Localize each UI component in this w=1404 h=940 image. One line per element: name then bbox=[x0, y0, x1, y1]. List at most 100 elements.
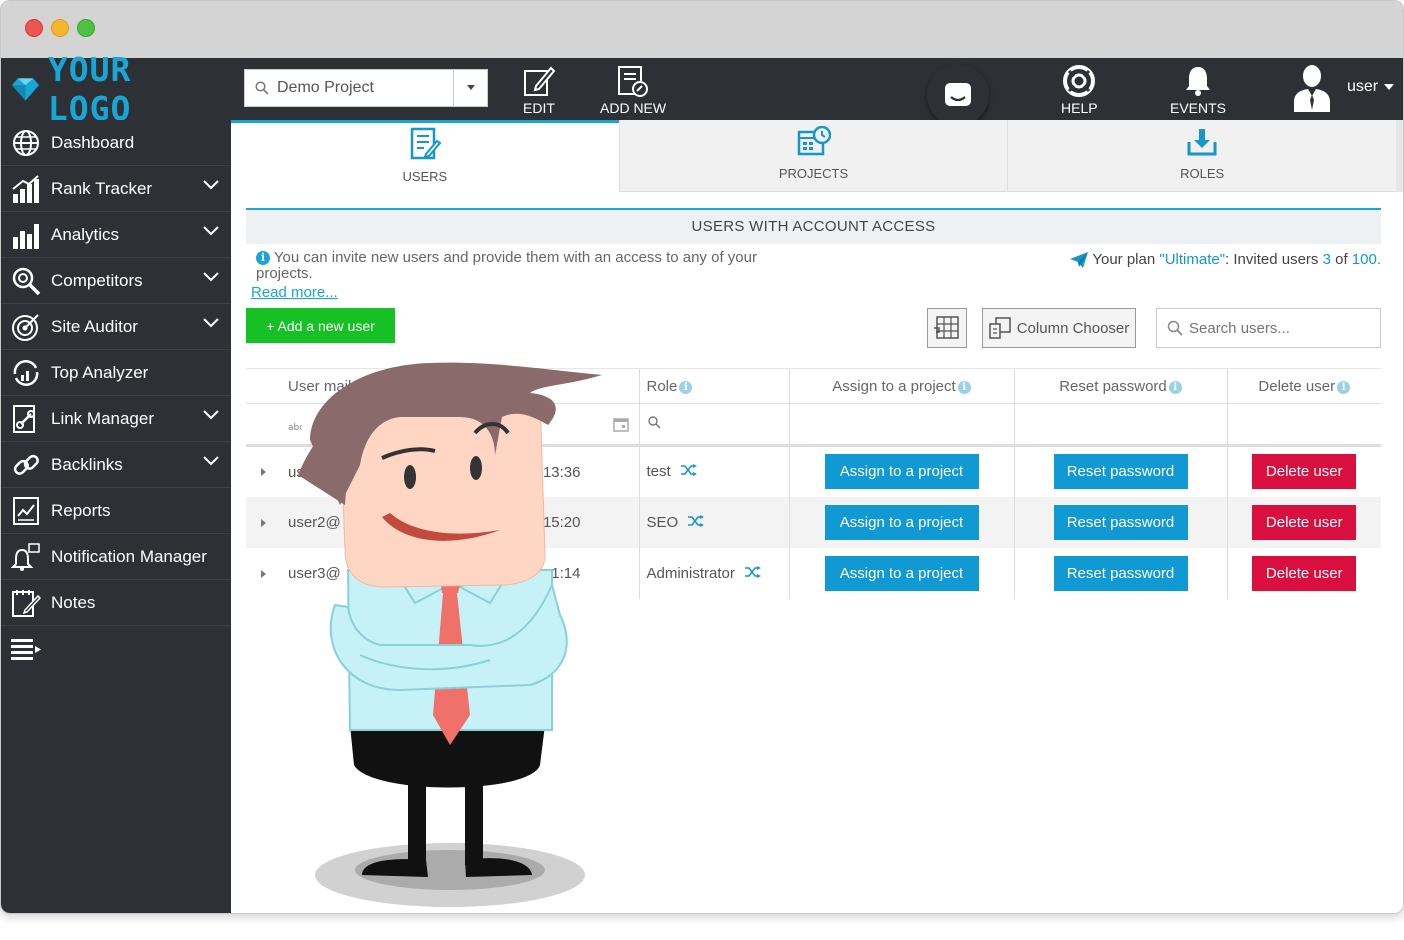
shuffle-icon[interactable] bbox=[680, 464, 697, 477]
search-icon bbox=[1167, 320, 1183, 336]
expand-row-icon[interactable] bbox=[261, 518, 266, 527]
plan-middle: : Invited users bbox=[1225, 251, 1323, 268]
search-icon bbox=[647, 415, 661, 429]
caret-down-icon bbox=[1384, 84, 1395, 90]
assign-project-button[interactable]: Assign to a project bbox=[824, 504, 979, 540]
sidebar-item-notes[interactable]: Notes bbox=[1, 580, 231, 626]
reset-password-button[interactable]: Reset password bbox=[1053, 454, 1188, 490]
search-icon bbox=[255, 81, 269, 95]
add-new-label: ADD NEW bbox=[600, 100, 667, 116]
header-delete-user: Delete user i bbox=[1226, 368, 1381, 404]
user-menu[interactable]: user bbox=[1291, 62, 1395, 112]
search-users-input[interactable] bbox=[1189, 319, 1369, 337]
filter-empty bbox=[1013, 403, 1227, 447]
sidebar-item-site-auditor[interactable]: Site Auditor bbox=[1, 304, 231, 350]
minimize-window-button[interactable] bbox=[51, 19, 69, 37]
top-navigation-bar: YOUR LOGO Demo Project EDIT ADD NEW HELP… bbox=[1, 50, 1403, 128]
logo[interactable]: YOUR LOGO bbox=[11, 50, 229, 128]
header-label: Role bbox=[646, 377, 678, 395]
expand-row-icon[interactable] bbox=[261, 569, 266, 578]
header-role[interactable]: Role i bbox=[638, 368, 789, 404]
edit-label: EDIT bbox=[523, 100, 555, 116]
column-chooser-button[interactable]: Column Chooser bbox=[982, 308, 1136, 348]
scrollbar[interactable] bbox=[1396, 120, 1403, 192]
expand-row-icon[interactable] bbox=[261, 468, 266, 477]
edit-button[interactable]: EDIT bbox=[522, 64, 556, 116]
header-label: Reset password bbox=[1059, 377, 1167, 395]
header-reset-password: Reset password i bbox=[1013, 368, 1227, 404]
header-assign: Assign to a project i bbox=[788, 368, 1014, 404]
info-icon: i bbox=[1337, 380, 1351, 394]
header-label: Delete user bbox=[1258, 377, 1336, 395]
close-window-button[interactable] bbox=[25, 19, 43, 37]
header-label: Assign to a project bbox=[832, 377, 956, 395]
maximize-window-button[interactable] bbox=[77, 19, 95, 37]
sidebar-item-dashboard[interactable]: Dashboard bbox=[1, 120, 231, 166]
logo-text: YOUR LOGO bbox=[47, 50, 132, 128]
sidebar-item-competitors[interactable]: Competitors bbox=[1, 258, 231, 304]
project-dropdown-toggle[interactable] bbox=[453, 70, 487, 106]
calendar-clock-icon bbox=[797, 126, 831, 156]
lifebuoy-icon bbox=[1063, 65, 1096, 97]
grid-layout-button[interactable] bbox=[927, 308, 967, 348]
assign-project-button[interactable]: Assign to a project bbox=[824, 454, 979, 490]
sidebar: Dashboard Rank Tracker Analytics Competi… bbox=[1, 120, 231, 913]
tab-users[interactable]: USERS bbox=[231, 120, 619, 192]
filter-role[interactable] bbox=[638, 403, 789, 447]
refresh-chart-icon bbox=[11, 358, 41, 388]
sidebar-item-label: Analytics bbox=[51, 224, 120, 244]
users-list-icon bbox=[410, 127, 441, 160]
assign-project-button[interactable]: Assign to a project bbox=[824, 555, 979, 591]
sidebar-item-notification-manager[interactable]: Notification Manager bbox=[1, 534, 231, 580]
delete-user-button[interactable]: Delete user bbox=[1252, 555, 1357, 591]
cell-reset: Reset password bbox=[1013, 445, 1227, 497]
sidebar-item-analytics[interactable]: Analytics bbox=[1, 212, 231, 258]
add-new-button[interactable]: ADD NEW bbox=[600, 64, 666, 116]
tab-projects[interactable]: PROJECTS bbox=[618, 120, 1008, 192]
sidebar-item-label: Notes bbox=[51, 592, 96, 612]
reset-password-button[interactable]: Reset password bbox=[1053, 504, 1188, 540]
sidebar-item-label: Rank Tracker bbox=[51, 178, 153, 198]
info-message-text: You can invite new users and provide the… bbox=[256, 249, 757, 282]
shuffle-icon[interactable] bbox=[745, 565, 762, 578]
events-button[interactable]: EVENTS bbox=[1170, 64, 1226, 116]
reset-password-button[interactable]: Reset password bbox=[1053, 555, 1188, 591]
sidebar-item-link-manager[interactable]: Link Manager bbox=[1, 396, 231, 442]
chevron-down-icon bbox=[203, 410, 219, 420]
delete-user-button[interactable]: Delete user bbox=[1252, 454, 1357, 490]
download-tray-icon bbox=[1187, 129, 1217, 156]
sidebar-item-rank-tracker[interactable]: Rank Tracker bbox=[1, 166, 231, 212]
cell-role: Administrator bbox=[638, 547, 789, 599]
sidebar-item-label: Dashboard bbox=[51, 132, 135, 152]
sidebar-item-top-analyzer[interactable]: Top Analyzer bbox=[1, 350, 231, 396]
panel-title: USERS WITH ACCOUNT ACCESS bbox=[246, 208, 1381, 244]
report-icon bbox=[11, 496, 41, 526]
search-users-field[interactable] bbox=[1156, 308, 1381, 348]
role-text: test bbox=[646, 463, 671, 481]
delete-user-button[interactable]: Delete user bbox=[1252, 504, 1357, 540]
sidebar-item-label: Site Auditor bbox=[51, 316, 138, 336]
diamond-logo-icon bbox=[11, 78, 39, 101]
cell-reset: Reset password bbox=[1013, 547, 1227, 599]
chevron-down-icon bbox=[203, 226, 219, 236]
tab-roles[interactable]: ROLES bbox=[1007, 120, 1397, 192]
add-user-button[interactable]: + Add a new user bbox=[246, 308, 395, 343]
filter-empty bbox=[1226, 403, 1381, 447]
plan-prefix: Your plan bbox=[1092, 251, 1160, 268]
table-layout-icon bbox=[934, 316, 959, 339]
help-button[interactable]: HELP bbox=[1061, 64, 1098, 116]
chain-link-icon bbox=[11, 450, 41, 480]
tab-label: PROJECTS bbox=[778, 166, 849, 181]
info-icon: i bbox=[679, 380, 693, 394]
project-selector[interactable]: Demo Project bbox=[244, 69, 488, 107]
shuffle-icon[interactable] bbox=[688, 514, 705, 527]
info-icon: i bbox=[256, 251, 270, 265]
chat-button[interactable] bbox=[927, 64, 989, 126]
paper-plane-icon bbox=[1070, 251, 1089, 268]
sidebar-item-reports[interactable]: Reports bbox=[1, 488, 231, 534]
notepad-icon bbox=[11, 588, 41, 618]
sidebar-item-backlinks[interactable]: Backlinks bbox=[1, 442, 231, 488]
read-more-link[interactable]: Read more... bbox=[251, 284, 338, 301]
sidebar-collapse-toggle[interactable] bbox=[1, 626, 231, 672]
cell-assign: Assign to a project bbox=[788, 547, 1014, 599]
